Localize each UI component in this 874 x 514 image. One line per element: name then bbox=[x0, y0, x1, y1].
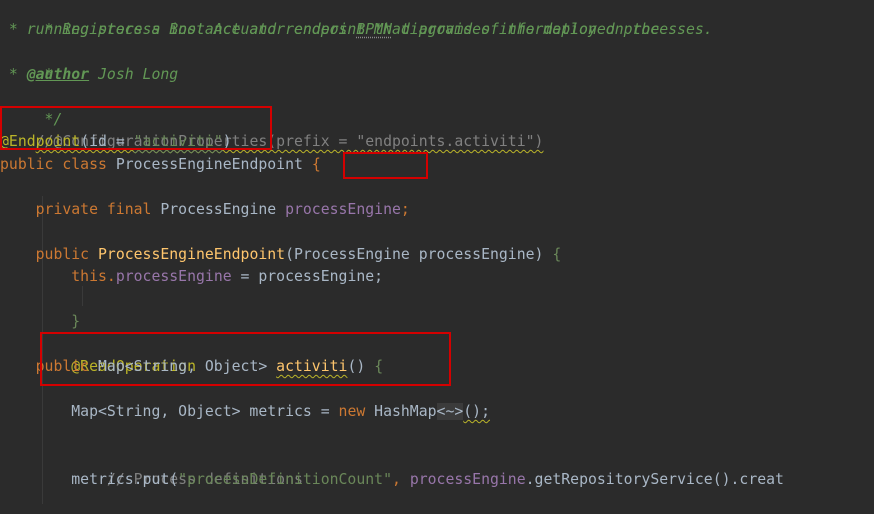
keyword: this bbox=[0, 268, 107, 285]
doc-comment-term: BPMN bbox=[356, 20, 392, 38]
code-line-14[interactable]: } bbox=[0, 289, 80, 330]
code-editor[interactable]: * Registers a Boot Actuator endpoint tha… bbox=[0, 0, 874, 504]
code-line-13[interactable]: this.processEngine = processEngine; bbox=[0, 266, 383, 289]
doc-comment: Josh Long bbox=[89, 65, 179, 83]
code-line-19[interactable]: Map<String, Object> metrics = new HashMa… bbox=[0, 401, 490, 424]
code-text: (); bbox=[463, 403, 490, 420]
keyword: new bbox=[338, 403, 375, 420]
class-name: ProcessEngineEndpoint bbox=[115, 155, 312, 173]
code-text: .getRepositoryService().creat bbox=[525, 470, 784, 488]
highlight-box-read-operation bbox=[40, 332, 451, 386]
code-line-22[interactable]: metrics.put("processDefinitionCount", pr… bbox=[0, 469, 784, 492]
semicolon: ; bbox=[400, 200, 410, 218]
code-line-3[interactable]: * bbox=[0, 41, 54, 83]
keyword: public class bbox=[0, 155, 116, 173]
class-name: HashMap bbox=[374, 403, 437, 420]
highlight-box-annotations bbox=[0, 106, 272, 150]
field-name: processEngine bbox=[409, 470, 526, 488]
code-line-2[interactable]: * running process instance and renders B… bbox=[0, 19, 713, 42]
type-name: ProcessEngine bbox=[160, 200, 286, 218]
code-line-1[interactable]: * Registers a Boot Actuator endpoint tha… bbox=[0, 0, 660, 38]
doc-comment: diagrams of the deployed processes. bbox=[391, 20, 713, 38]
constructor-name: ProcessEngineEndpoint bbox=[98, 245, 286, 263]
doc-comment: * running process instance and renders bbox=[0, 20, 357, 38]
doc-comment: * bbox=[0, 65, 27, 83]
doc-tag: @author bbox=[26, 65, 90, 83]
field-name: processEngine bbox=[115, 268, 232, 285]
keyword: public bbox=[0, 245, 98, 263]
highlight-box-class-brace bbox=[343, 152, 428, 179]
code-line-4[interactable]: * @author Josh Long bbox=[0, 64, 178, 87]
code-line-21[interactable]: // Process definitions bbox=[0, 446, 303, 488]
code-line-8[interactable]: public class ProcessEngineEndpoint { bbox=[0, 154, 321, 177]
indent-guide bbox=[82, 286, 83, 306]
code-text: metrics.put( bbox=[0, 470, 179, 488]
comma: , bbox=[391, 470, 410, 488]
code-line-10[interactable]: private final ProcessEngine processEngin… bbox=[0, 199, 410, 222]
keyword: private final bbox=[0, 200, 161, 218]
field-name: processEngine bbox=[285, 200, 401, 218]
code-text: Map<String, Object> metrics = bbox=[0, 403, 339, 420]
dot: . bbox=[106, 268, 116, 285]
code-text: (ProcessEngine processEngine) bbox=[285, 245, 553, 263]
code-line-12[interactable]: public ProcessEngineEndpoint(ProcessEngi… bbox=[0, 244, 562, 267]
brace: } bbox=[35, 313, 81, 330]
diamond-fold[interactable]: <~> bbox=[436, 403, 464, 420]
brace: { bbox=[311, 155, 321, 173]
brace: { bbox=[552, 245, 562, 263]
string-literal: "processDefinitionCount" bbox=[178, 470, 392, 488]
code-text: = processEngine; bbox=[231, 268, 384, 285]
